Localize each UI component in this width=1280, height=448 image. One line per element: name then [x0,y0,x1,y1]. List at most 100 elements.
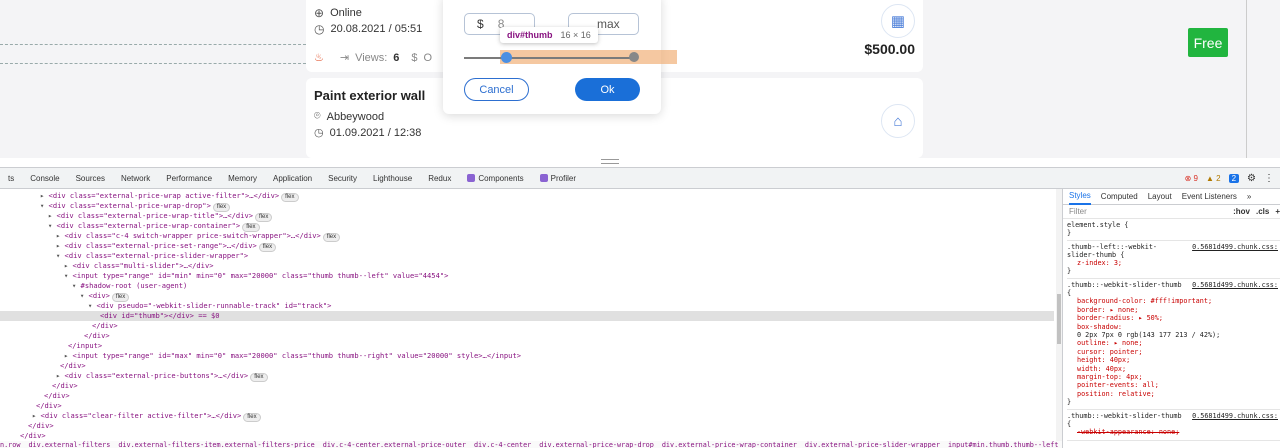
expand-arrow-icon[interactable]: ▾ [72,281,81,290]
hov-toggle[interactable]: :hov [1233,207,1250,216]
breadcrumb-item[interactable]: n.row [0,441,20,448]
tab-elements[interactable]: ts [0,168,22,189]
more-icon[interactable]: ⋮ [1264,173,1274,184]
breadcrumb-item[interactable]: div.external-filters-item.external-filte… [118,441,314,448]
expand-arrow-icon[interactable]: ▾ [40,201,49,210]
style-declaration[interactable]: background-color: #fff!important; [1067,297,1280,305]
tab-security[interactable]: Security [320,168,365,189]
style-declaration[interactable]: cursor: pointer; [1067,348,1280,356]
expand-arrow-icon[interactable]: ▸ [56,231,65,240]
slider-thumb-right[interactable] [629,52,639,62]
dom-node[interactable]: ▾ <div pseudo="-webkit-slider-runnable-t… [0,301,331,311]
dom-node[interactable]: ▾ <input type="range" id="min" min="0" m… [0,271,448,281]
style-declaration[interactable]: height: 40px; [1067,356,1280,364]
tab-redux[interactable]: Redux [420,168,459,189]
tab-styles[interactable]: Styles [1069,189,1091,205]
style-declaration[interactable]: box-shadow: [1067,323,1280,331]
expand-arrow-icon[interactable]: ▸ [32,411,41,420]
slider-thumb-left[interactable] [501,52,512,63]
dom-node[interactable]: ▸ <div class="external-price-wrap-title"… [0,211,273,222]
tab-application[interactable]: Application [265,168,320,189]
ok-button[interactable]: Ok [575,78,640,101]
flex-badge[interactable]: flex [250,373,268,382]
dom-node[interactable]: </input> [0,341,102,351]
flex-badge[interactable]: flex [322,233,341,242]
style-declaration[interactable]: outline: ▸ none; [1067,339,1280,347]
dom-node[interactable]: ▸ <div class="multi-slider">…</div> [0,261,213,271]
gear-icon[interactable]: ⚙ [1247,173,1256,184]
dom-node[interactable]: ▸ <div class="external-price-buttons">…<… [0,371,268,382]
expand-arrow-icon[interactable]: ▸ [64,351,73,360]
rule-source-link[interactable]: 0.5681d499.chunk.css: [1192,281,1278,289]
expand-arrow-icon[interactable]: ▸ [40,191,49,200]
style-declaration[interactable]: position: relative; [1067,390,1280,398]
tab-layout[interactable]: Layout [1148,192,1172,201]
style-rule[interactable]: .thumb::-webkit-slider-thumb {0.5681d499… [1067,410,1280,441]
flex-badge[interactable]: flex [281,193,299,202]
style-declaration[interactable]: z-index: 3; [1067,259,1280,267]
dom-node[interactable]: </div> [0,361,86,371]
style-rule[interactable]: .thumb::-webkit-slider-thumb {0.5681d499… [1067,279,1280,411]
style-declaration[interactable]: margin-top: 4px; [1067,373,1280,381]
breadcrumb-item[interactable]: div.external-price-slider-wrapper [805,441,940,448]
style-declaration[interactable]: pointer-events: all; [1067,381,1280,389]
dom-node[interactable]: ▾ <div> flex [0,291,130,302]
devtools-resize-handle[interactable] [601,159,619,164]
expand-arrow-icon[interactable]: ▸ [48,211,57,220]
dom-node[interactable]: </div> [0,381,78,391]
dom-node[interactable]: </div> [0,431,46,441]
flex-badge[interactable]: flex [258,243,277,252]
error-count[interactable]: ⊗ 9 [1185,174,1198,183]
breadcrumb-item[interactable]: div.external-price-wrap-drop [539,441,654,448]
styles-filter-input[interactable]: Filter [1069,207,1227,216]
dom-node[interactable]: </div> [0,331,110,341]
more-tabs-chevron[interactable]: » [1247,192,1251,201]
breadcrumb-item[interactable]: div.c-4-center.external-price-outer [323,441,466,448]
expand-arrow-icon[interactable]: ▾ [48,221,57,230]
tab-event-listeners[interactable]: Event Listeners [1182,192,1237,201]
cancel-button[interactable]: Cancel [464,78,529,101]
style-declaration[interactable]: -webkit-appearance: none; [1067,428,1280,436]
dom-node[interactable]: ▸ <input type="range" id="max" min="0" m… [0,351,521,361]
warning-count[interactable]: ▲ 2 [1206,174,1221,183]
style-declaration[interactable]: border-radius: ▸ 50%; [1067,314,1280,322]
style-rule[interactable]: element.style {} [1067,219,1280,241]
tab-computed[interactable]: Computed [1101,192,1138,201]
expand-arrow-icon[interactable]: ▾ [88,301,97,310]
breadcrumb-item[interactable]: input#min.thumb.thumb--left [948,441,1059,448]
task-title[interactable]: Paint exterior wall [314,88,425,103]
tab-memory[interactable]: Memory [220,168,265,189]
dom-node[interactable]: ▸ <div class="external-price-set-range">… [0,241,277,252]
dom-node[interactable]: ▸ <div class="clear-filter active-filter… [0,411,261,422]
dom-node[interactable]: ▾ <div class="external-price-wrap-drop">… [0,201,231,212]
dom-node-selected[interactable]: <div id="thumb"></div> == $0 [0,311,1054,321]
dom-node[interactable]: ▸ <div class="c-4 switch-wrapper price-s… [0,231,341,242]
style-rule[interactable]: .thumb--left::-webkit-slider-thumb {0.56… [1067,241,1280,280]
tab-profiler[interactable]: Profiler [532,168,584,189]
tab-performance[interactable]: Performance [158,168,220,189]
rule-source-link[interactable]: 0.5681d499.chunk.css: [1192,243,1278,251]
dom-node[interactable]: </div> [0,321,118,331]
dom-node[interactable]: </div> [0,401,62,411]
cls-toggle[interactable]: .cls [1256,207,1269,216]
dom-node[interactable]: ▾ <div class="external-price-wrap-contai… [0,221,260,232]
breadcrumb-item[interactable]: div.external-price-wrap-container [662,441,797,448]
rule-source-link[interactable]: 0.5681d499.chunk.css: [1192,412,1278,420]
expand-arrow-icon[interactable]: ▸ [56,241,65,250]
expand-arrow-icon[interactable]: ▾ [80,291,89,300]
dom-node[interactable]: </div> [0,391,70,401]
tab-components[interactable]: Components [459,168,531,189]
breadcrumb-item[interactable]: div.c-4-center [474,441,531,448]
dom-node[interactable]: ▸ <div class="external-price-wrap active… [0,191,299,202]
breadcrumb-item[interactable]: div.external-filters [28,441,110,448]
price-slider-track[interactable] [464,57,636,59]
dom-node[interactable]: ▾ #shadow-root (user-agent) [0,281,187,291]
style-declaration[interactable]: 0 2px 7px 0 rgb(143 177 213 / 42%); [1067,331,1280,339]
free-button[interactable]: Free [1188,28,1228,57]
info-count[interactable]: 2 [1228,174,1240,183]
dom-node[interactable]: ▾ <div class="external-price-slider-wrap… [0,251,248,261]
style-declaration[interactable]: width: 40px; [1067,365,1280,373]
tab-lighthouse[interactable]: Lighthouse [365,168,420,189]
expand-arrow-icon[interactable]: ▸ [64,261,73,270]
tab-network[interactable]: Network [113,168,158,189]
